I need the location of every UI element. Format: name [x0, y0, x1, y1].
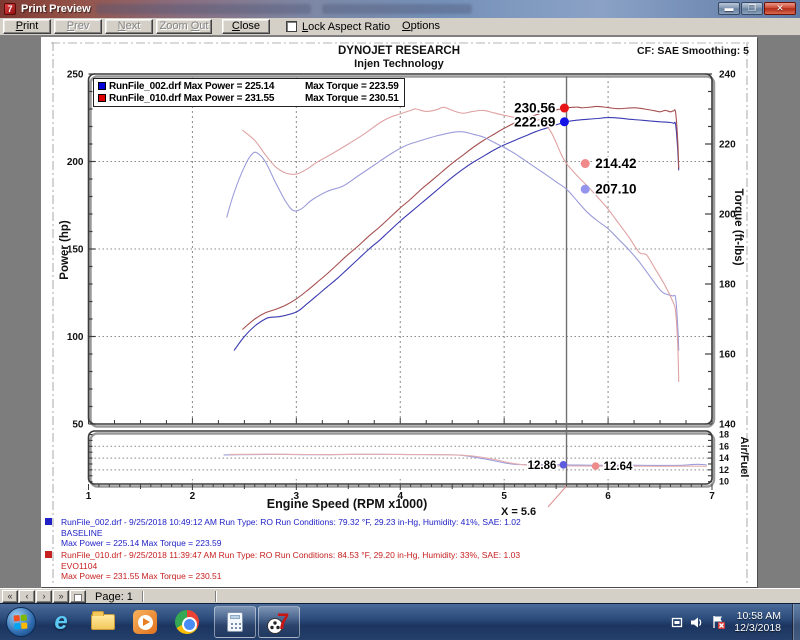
RunFile_010.drf Air/Fuel [229, 454, 707, 466]
legend-swatch-blue [98, 82, 106, 90]
last-page-button[interactable]: » [53, 590, 69, 603]
svg-text:1: 1 [86, 491, 92, 502]
marker-label: 207.10 [595, 182, 636, 197]
marker-dot [560, 117, 569, 126]
RunFile_010.drf Power [242, 106, 678, 329]
page-number-label: Page: 1 [95, 591, 133, 603]
run-info-baseline: RunFile_002.drf - 9/25/2018 10:49:12 AM … [45, 517, 521, 549]
svg-text:250: 250 [67, 70, 84, 81]
statusbar-divider [142, 591, 144, 602]
chrome-icon[interactable] [172, 607, 202, 637]
volume-icon[interactable] [690, 616, 704, 629]
svg-text:100: 100 [67, 332, 84, 343]
marker-dot [581, 185, 590, 194]
legend-swatch-red [98, 94, 106, 102]
print-preview-toolbar: Print Prev Next Zoom Out Close Lock Aspe… [0, 18, 800, 36]
svg-text:200: 200 [67, 157, 84, 168]
windows-explorer-icon[interactable] [88, 607, 118, 637]
svg-text:Engine Speed (RPM x1000): Engine Speed (RPM x1000) [267, 497, 427, 511]
window-title: Print Preview [21, 3, 91, 15]
options-button[interactable]: Options [398, 19, 444, 34]
lock-aspect-ratio-label: Lock Aspect Ratio [302, 21, 390, 33]
report-page: DYNOJET RESEARCH Injen Technology CF: SA… [41, 37, 757, 587]
internet-explorer-icon[interactable]: e [46, 607, 76, 637]
start-button[interactable] [6, 607, 36, 637]
svg-text:2: 2 [190, 491, 196, 502]
marker-dot [592, 462, 600, 470]
desktop: 7 Print Preview ▬ ❐ ✕ Print Prev Next Zo… [0, 0, 800, 640]
marker-label: 222.69 [514, 114, 555, 129]
page-icon [74, 594, 82, 602]
first-page-button[interactable]: « [2, 590, 18, 603]
calculator-taskbar-button[interactable] [214, 606, 256, 638]
marker-dot [560, 104, 569, 113]
app-icon: 7 [4, 3, 16, 15]
svg-text:5: 5 [501, 491, 507, 502]
calculator-icon [227, 612, 243, 632]
legend-row: RunFile_002.drf Max Power = 225.14 Max T… [98, 80, 399, 92]
svg-text:Torque (ft-lbs): Torque (ft-lbs) [732, 188, 744, 265]
svg-text:16: 16 [719, 441, 729, 451]
run-swatch-blue [45, 518, 52, 525]
svg-text:50: 50 [72, 420, 84, 431]
run-info-evo1104: RunFile_010.drf - 9/25/2018 11:39:47 AM … [45, 550, 520, 582]
action-center-flag-icon[interactable] [711, 615, 725, 629]
report-facility: Injen Technology [41, 58, 757, 70]
dynojet-winpep-taskbar-button[interactable]: 7 [258, 606, 300, 638]
marker-label: 12.86 [528, 460, 557, 472]
svg-text:220: 220 [719, 140, 736, 151]
svg-text:14: 14 [719, 453, 729, 463]
RunFile_002.drf Power [234, 118, 679, 351]
lock-aspect-ratio-checkbox[interactable] [286, 21, 297, 32]
redacted-title-text [322, 4, 472, 14]
svg-text:240: 240 [719, 70, 736, 81]
zoom-out-button[interactable]: Zoom Out [156, 19, 212, 34]
minimize-button[interactable]: ▬ [718, 2, 740, 15]
titlebar[interactable]: 7 Print Preview ▬ ❐ ✕ [0, 0, 800, 18]
taskbar-clock[interactable]: 10:58 AM 12/3/2018 [734, 610, 781, 634]
prev-button[interactable]: Prev [54, 19, 102, 34]
windows-logo-icon [14, 615, 29, 630]
dynojet-winpep-icon: 7 [266, 609, 292, 635]
tray-app-icon[interactable] [671, 616, 683, 628]
svg-text:7: 7 [709, 491, 715, 502]
svg-text:10: 10 [719, 477, 729, 487]
next-page-button[interactable]: › [36, 590, 52, 603]
next-button[interactable]: Next [105, 19, 153, 34]
legend-row: RunFile_010.drf Max Power = 231.55 Max T… [98, 92, 399, 104]
svg-text:7: 7 [277, 609, 289, 634]
marker-label: 12.64 [604, 461, 633, 473]
maximize-button[interactable]: ❐ [741, 2, 763, 15]
close-button[interactable]: Close [222, 19, 270, 34]
svg-text:Air/Fuel: Air/Fuel [738, 437, 750, 478]
RunFile_010.drf Torque [242, 107, 678, 382]
marker-label: 214.42 [595, 156, 636, 171]
media-player-icon[interactable] [130, 607, 160, 637]
marker-label: 230.56 [514, 101, 556, 116]
svg-text:Power (hp): Power (hp) [59, 220, 71, 280]
marker-dot [560, 461, 568, 469]
svg-text:18: 18 [719, 430, 729, 440]
marker-dot [581, 159, 590, 168]
redacted-title-text [96, 4, 311, 14]
close-window-button[interactable]: ✕ [764, 2, 796, 15]
svg-text:160: 160 [719, 350, 736, 361]
svg-text:180: 180 [719, 280, 736, 291]
statusbar: « ‹ › » Page: 1 [0, 588, 800, 603]
print-button[interactable]: Print [3, 19, 51, 34]
svg-text:12: 12 [719, 465, 729, 475]
prev-page-button[interactable]: ‹ [19, 590, 35, 603]
chart-legend: RunFile_002.drf Max Power = 225.14 Max T… [93, 78, 405, 107]
run-swatch-red [45, 551, 52, 558]
show-desktop-button[interactable] [792, 604, 800, 640]
system-tray: 10:58 AM 12/3/2018 [671, 604, 800, 640]
dyno-chart-svg: 2502001501005024022020018016014018161412… [41, 37, 757, 587]
preview-area: DYNOJET RESEARCH Injen Technology CF: SA… [0, 36, 800, 588]
correction-factor: CF: SAE Smoothing: 5 [637, 45, 749, 57]
page-setup-button[interactable] [70, 590, 86, 603]
statusbar-divider [215, 591, 217, 602]
taskbar: e 7 10:58 AM 12/3/2018 [0, 603, 800, 640]
svg-text:6: 6 [605, 491, 611, 502]
